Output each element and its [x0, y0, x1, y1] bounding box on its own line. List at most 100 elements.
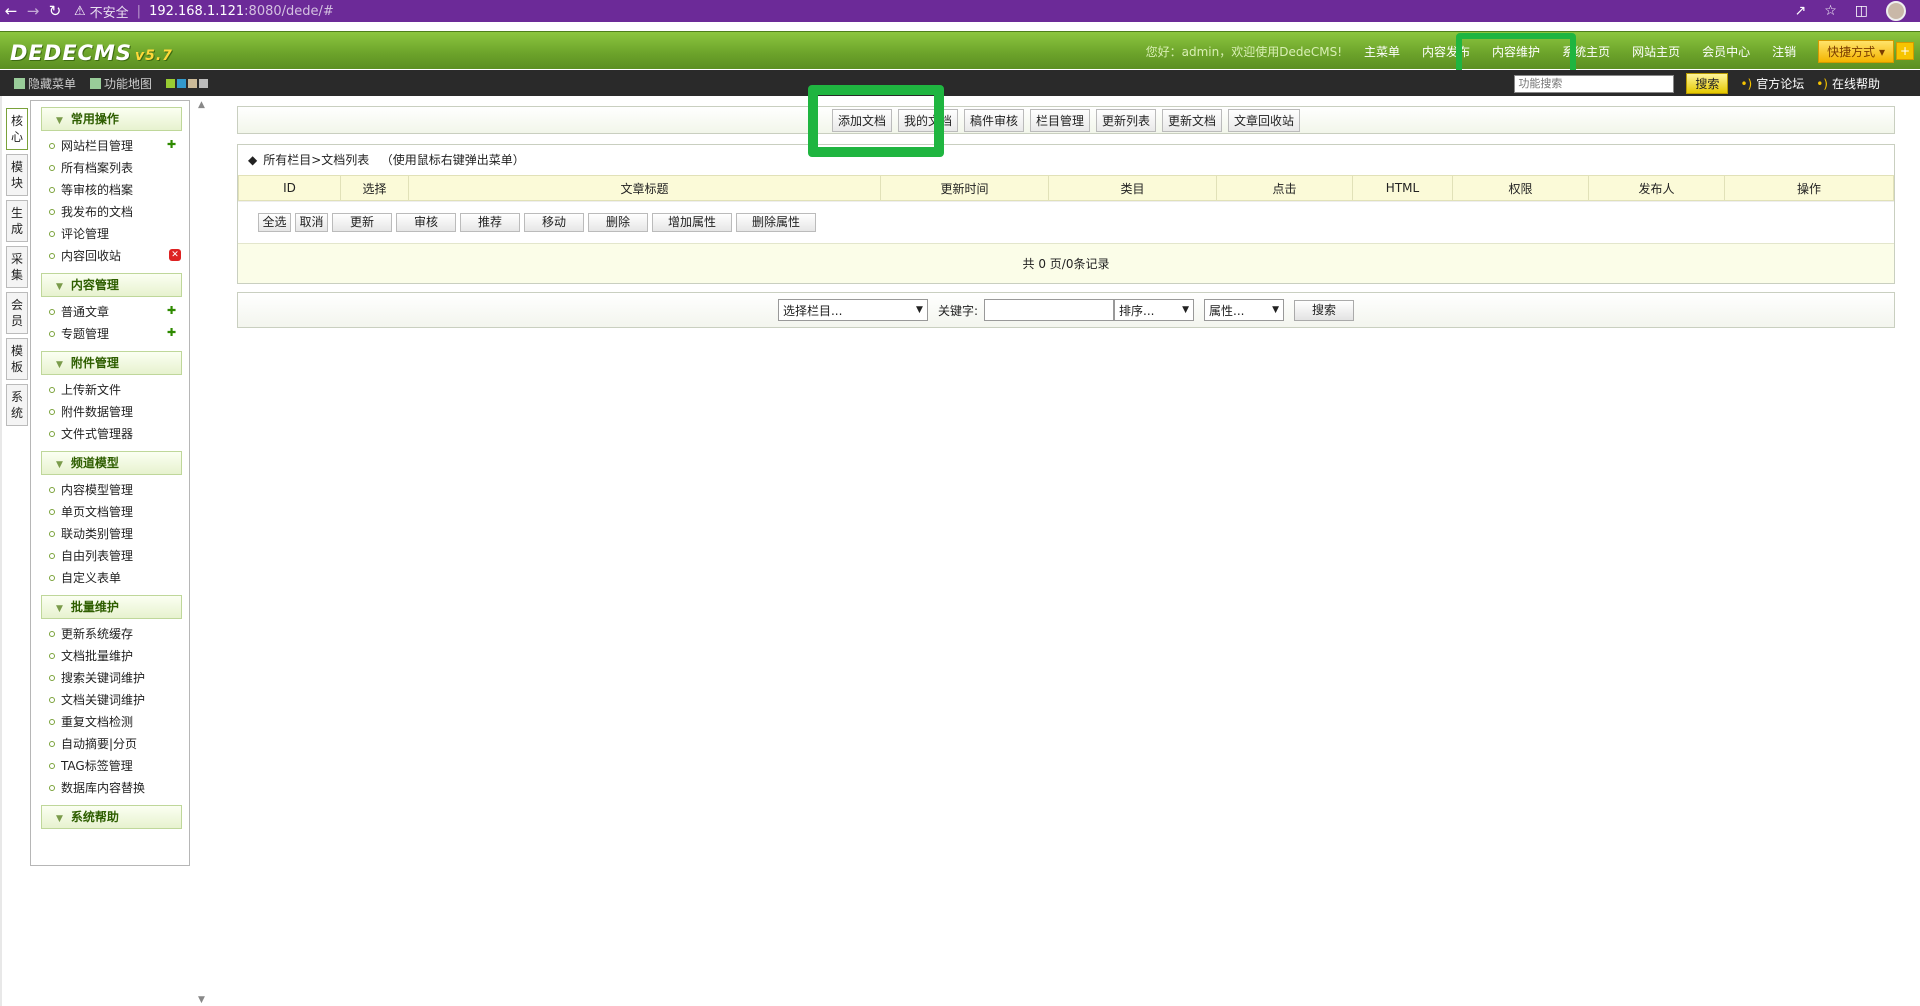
- update-docs-button[interactable]: 更新文档: [1162, 108, 1223, 132]
- sidebar-item-category-manage[interactable]: 网站栏目管理 ✚: [49, 135, 189, 157]
- sidebar-item-comments[interactable]: 评论管理: [49, 223, 189, 245]
- sidebar-item-all-archives[interactable]: 所有档案列表: [49, 157, 189, 179]
- welcome-text: 您好：admin，欢迎使用DedeCMS!: [1145, 44, 1343, 59]
- sidebar-item-my-docs[interactable]: 我发布的文档: [49, 201, 189, 223]
- skin-color-picker[interactable]: [166, 79, 209, 88]
- tab-system[interactable]: 系统: [6, 384, 28, 426]
- site-map-link[interactable]: 功能地图: [90, 75, 152, 92]
- cms-header: DEDECMS v5.7 您好：admin，欢迎使用DedeCMS! 主菜单 内容…: [0, 31, 1920, 69]
- warning-icon: ⚠: [74, 3, 86, 19]
- bullet-icon: [49, 143, 55, 149]
- skin-blue-swatch[interactable]: [177, 79, 187, 88]
- forward-icon[interactable]: →: [22, 0, 44, 22]
- online-help-link[interactable]: •) 在线帮助: [1816, 75, 1880, 92]
- back-icon[interactable]: ←: [0, 0, 22, 22]
- section-batch-maintain[interactable]: ▼ 批量维护: [41, 595, 182, 619]
- move-button[interactable]: 移动: [524, 213, 584, 232]
- sidebar-item-update-cache[interactable]: 更新系统缓存: [49, 623, 189, 645]
- clear-recycle-icon[interactable]: ✕: [169, 249, 181, 261]
- sidebar-item-search-keywords[interactable]: 搜索关键词维护: [49, 667, 189, 689]
- sidebar-item-articles[interactable]: 普通文章 ✚: [49, 301, 189, 323]
- sidebar-item-db-replace[interactable]: 数据库内容替换: [49, 777, 189, 799]
- nav-main-menu[interactable]: 主菜单: [1364, 43, 1400, 60]
- scroll-up-icon[interactable]: ▲: [198, 100, 205, 110]
- tab-generate[interactable]: 生成: [6, 200, 28, 242]
- quick-access-dropdown[interactable]: 快捷方式 ▾: [1818, 39, 1894, 63]
- order-select[interactable]: 排序... ▼: [1114, 299, 1195, 321]
- tab-templates[interactable]: 模板: [6, 338, 28, 380]
- sidebar-item-free-lists[interactable]: 自由列表管理: [49, 545, 189, 567]
- nav-logout[interactable]: 注销: [1772, 43, 1796, 60]
- attribute-select[interactable]: 属性... ▼: [1204, 299, 1285, 321]
- deselect-button[interactable]: 取消: [295, 213, 328, 232]
- hide-menu-link[interactable]: 隐藏菜单: [14, 75, 76, 92]
- review-button[interactable]: 稿件审核: [963, 108, 1024, 132]
- sidebar-toggle-icon[interactable]: ◫: [1855, 3, 1868, 19]
- sidebar-item-specials[interactable]: 专题管理 ✚: [49, 323, 189, 345]
- sidebar-item-recycle-bin[interactable]: 内容回收站 ✕: [49, 245, 189, 267]
- section-channel-models[interactable]: ▼ 频道模型: [41, 451, 182, 475]
- update-button[interactable]: 更新: [332, 213, 392, 232]
- select-all-button[interactable]: 全选: [258, 213, 291, 232]
- sidebar-item-duplicate-check[interactable]: 重复文档检测: [49, 711, 189, 733]
- tab-collect[interactable]: 采集: [6, 246, 28, 288]
- recycle-bin-button[interactable]: 文章回收站: [1228, 108, 1301, 132]
- add-document-button[interactable]: 添加文档: [831, 108, 892, 132]
- sidebar-item-custom-forms[interactable]: 自定义表单: [49, 567, 189, 589]
- sidebar-item-tag-manage[interactable]: TAG标签管理: [49, 755, 189, 777]
- sidebar-item-linkage-types[interactable]: 联动类别管理: [49, 523, 189, 545]
- section-content-manage[interactable]: ▼ 内容管理: [41, 273, 182, 297]
- sidebar-item-single-pages[interactable]: 单页文档管理: [49, 501, 189, 523]
- bullet-icon: [49, 697, 55, 703]
- sidebar-item-auto-summary[interactable]: 自动摘要|分页: [49, 733, 189, 755]
- nav-member-center[interactable]: 会员中心: [1702, 43, 1750, 60]
- remove-attribute-button[interactable]: 删除属性: [736, 213, 816, 232]
- section-attachments[interactable]: ▼ 附件管理: [41, 351, 182, 375]
- sidebar-item-attachment-data[interactable]: 附件数据管理: [49, 401, 189, 423]
- approve-button[interactable]: 审核: [396, 213, 456, 232]
- tab-members[interactable]: 会员: [6, 292, 28, 334]
- address-bar[interactable]: ⚠ 不安全 | 192.168.1.121:8080/dede/#: [74, 2, 334, 21]
- function-search-input[interactable]: [1514, 74, 1675, 93]
- function-search-button[interactable]: 搜索: [1686, 73, 1729, 94]
- add-special-icon[interactable]: ✚: [167, 327, 179, 339]
- skin-green-swatch[interactable]: [166, 79, 176, 88]
- nav-site-home[interactable]: 网站主页: [1632, 43, 1680, 60]
- bookmark-star-icon[interactable]: ☆: [1824, 3, 1837, 19]
- sidebar-item-pending-review[interactable]: 等审核的档案: [49, 179, 189, 201]
- update-list-button[interactable]: 更新列表: [1096, 108, 1157, 132]
- recommend-button[interactable]: 推荐: [460, 213, 520, 232]
- sidebar-item-batch-docs[interactable]: 文档批量维护: [49, 645, 189, 667]
- tab-core[interactable]: 核心: [6, 108, 28, 150]
- keyword-label: 关键字:: [937, 303, 979, 318]
- my-documents-button[interactable]: 我的文档: [897, 108, 958, 132]
- tab-modules[interactable]: 模块: [6, 154, 28, 196]
- share-icon[interactable]: ↗: [1794, 3, 1806, 19]
- add-article-icon[interactable]: ✚: [167, 305, 179, 317]
- sidebar-item-content-models[interactable]: 内容模型管理: [49, 479, 189, 501]
- search-button[interactable]: 搜索: [1294, 299, 1355, 321]
- chevron-down-icon: ▼: [56, 604, 63, 614]
- scroll-down-icon[interactable]: ▼: [198, 995, 205, 1005]
- sidebar-item-label: 普通文章: [61, 305, 110, 319]
- sidebar-item-file-manager[interactable]: 文件式管理器: [49, 423, 189, 445]
- sidebar-item-upload[interactable]: 上传新文件: [49, 379, 189, 401]
- add-category-icon[interactable]: ✚: [167, 139, 179, 151]
- sidebar-item-label: 自定义表单: [61, 571, 122, 585]
- channel-select[interactable]: 选择栏目... ▼: [777, 299, 928, 321]
- category-manage-button[interactable]: 栏目管理: [1029, 108, 1090, 132]
- delete-button[interactable]: 删除: [588, 213, 648, 232]
- attribute-select-value: 属性...: [1209, 303, 1245, 318]
- frame-scrollbar[interactable]: ▲ ▼: [198, 100, 208, 1005]
- profile-avatar[interactable]: [1886, 1, 1906, 21]
- keyword-input[interactable]: [984, 299, 1115, 321]
- section-common-ops[interactable]: ▼ 常用操作: [41, 107, 182, 131]
- section-system-help[interactable]: ▼ 系统帮助: [41, 805, 182, 829]
- sidebar-item-doc-keywords[interactable]: 文档关键词维护: [49, 689, 189, 711]
- official-forum-link[interactable]: •) 官方论坛: [1740, 75, 1804, 92]
- reload-icon[interactable]: ↻: [44, 0, 66, 22]
- skin-gray-swatch[interactable]: [199, 79, 209, 88]
- skin-tan-swatch[interactable]: [188, 79, 198, 88]
- add-shortcut-button[interactable]: +: [1896, 42, 1914, 60]
- add-attribute-button[interactable]: 增加属性: [652, 213, 732, 232]
